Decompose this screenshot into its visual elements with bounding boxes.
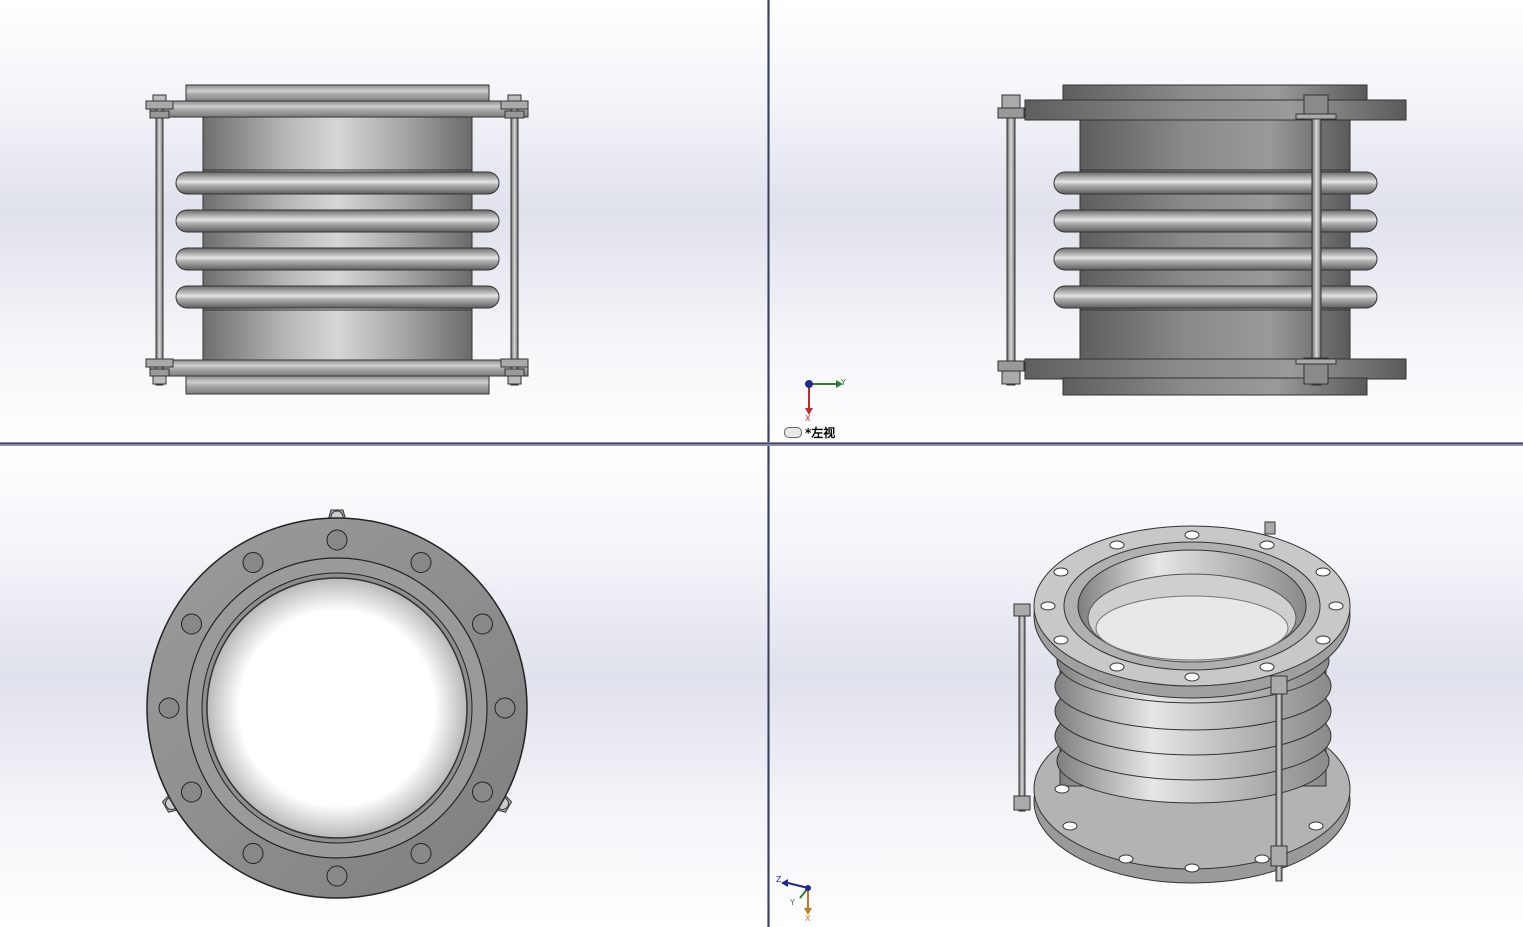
view-name-label: *左视 [784,424,835,441]
axis-x-label: X [805,414,811,423]
viewport-splitter-vertical[interactable] [767,0,770,927]
viewport-splitter-horizontal[interactable] [0,442,1523,446]
isometric-view-model[interactable] [770,446,1523,927]
top-view-model[interactable] [0,446,767,927]
view-name-text: *左视 [805,426,836,440]
front-view-model[interactable] [0,0,767,442]
camera-icon [784,427,802,438]
left-view-model[interactable] [770,0,1523,442]
iso-axis-y-label: Y [790,898,795,907]
iso-triad [781,879,812,915]
left-view-viewport[interactable]: Y X *左视 [770,0,1523,442]
view-triad [805,380,843,415]
front-view-viewport[interactable] [0,0,767,442]
top-view-viewport[interactable] [0,446,767,927]
axis-y-label: Y [841,378,846,387]
iso-axis-x-label: X [805,914,811,923]
iso-axis-z-label: Z [776,875,782,884]
isometric-view-viewport[interactable]: Z Y X [770,446,1523,927]
